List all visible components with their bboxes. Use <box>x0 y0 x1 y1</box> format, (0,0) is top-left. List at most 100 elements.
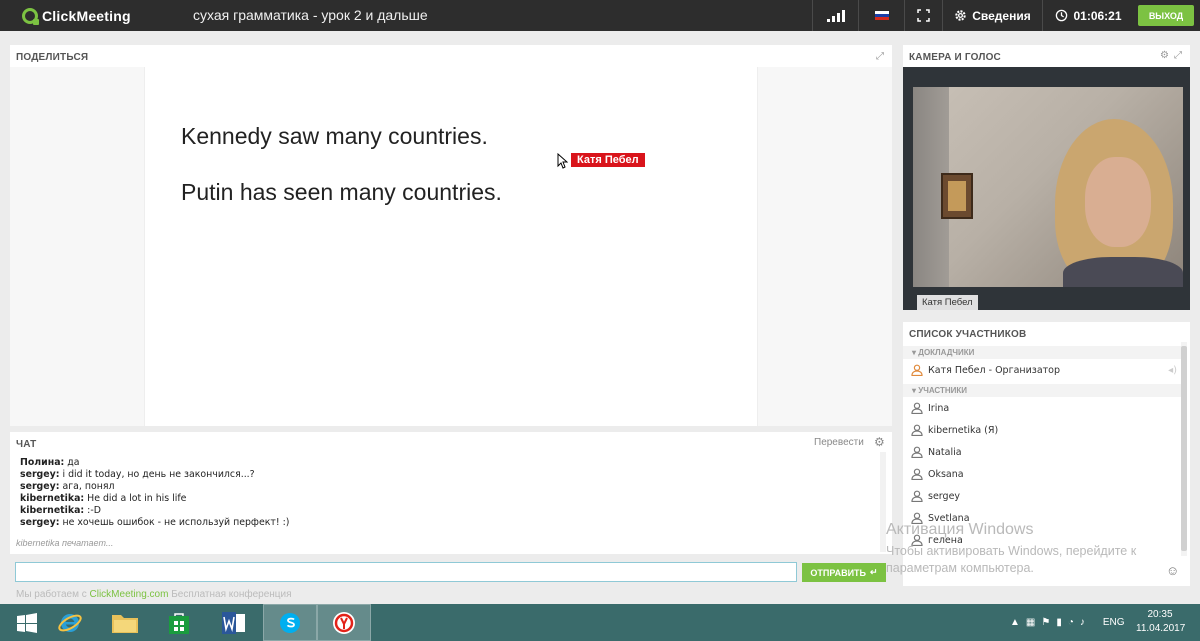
camera-speaker-name: Катя Пебел <box>917 295 978 310</box>
chat-message-author: kibernetika: <box>20 493 85 504</box>
chat-message-author: sergey: <box>20 469 60 480</box>
camera-panel-title: КАМЕРА И ГОЛОС <box>909 52 1001 63</box>
share-area-margin <box>758 67 892 426</box>
clickmeeting-link[interactable]: ClickMeeting.com <box>90 589 169 600</box>
user-icon <box>911 364 923 376</box>
enter-arrow-icon: ↵ <box>870 567 878 577</box>
info-button[interactable]: Сведения <box>942 0 1042 31</box>
connection-quality-button[interactable] <box>812 0 858 31</box>
volume-icon[interactable]: ♪ <box>1080 617 1085 628</box>
attendee-icon-wrap <box>908 490 926 502</box>
meeting-timer: 01:06:21 <box>1042 0 1134 31</box>
share-panel-title: ПОДЕЛИТЬСЯ <box>16 52 89 63</box>
participant-name: Oksana <box>928 468 964 480</box>
typing-status: kibernetika печатает... <box>16 538 114 548</box>
clock-date: 11.04.2017 <box>1136 623 1186 634</box>
expand-icon[interactable]: ⤢ <box>1174 50 1182 61</box>
battery-icon[interactable]: ▮ <box>1056 617 1062 628</box>
exit-button[interactable]: ВЫХОД <box>1138 5 1194 26</box>
participant-name: Natalia <box>928 446 962 458</box>
expand-icon[interactable]: ⤢ <box>876 51 884 62</box>
participant-row[interactable]: Oksana <box>903 463 1181 485</box>
slide-line: Putin has seen many countries. <box>181 179 502 205</box>
participant-row[interactable]: Natalia <box>903 441 1181 463</box>
attendee-icon-wrap <box>908 446 926 458</box>
windows-taskbar: ▲ ▦ ⚑ ▮ ◔ ♪ ENG 20:35 11.04.2017 <box>0 604 1200 641</box>
presentation-slide: Kennedy saw many countries. Putin has se… <box>144 67 758 426</box>
participant-name: Катя Пебел - Организатор <box>928 364 1061 376</box>
chat-title: ЧАТ <box>16 439 37 450</box>
show-hidden-icons-icon[interactable]: ▲ <box>1010 617 1020 628</box>
presenter-icon-wrap <box>908 364 926 376</box>
attendees-group-header[interactable]: ▾ УЧАСТНИКИ <box>903 384 1181 397</box>
chat-input[interactable] <box>15 562 797 582</box>
clock-time: 20:35 <box>1147 609 1173 620</box>
chat-message-text: He did a lot in his life <box>87 493 187 504</box>
taskbar-internet-explorer[interactable] <box>43 604 97 641</box>
send-button[interactable]: ОТПРАВИТЬ ↵ <box>802 563 886 582</box>
top-bar: ClickMeeting сухая грамматика - урок 2 и… <box>0 0 1200 31</box>
webcam-video <box>913 87 1183 287</box>
clickmeeting-logo: ClickMeeting <box>22 7 131 25</box>
yandex-browser-icon <box>333 611 355 634</box>
translate-link[interactable]: Перевести <box>814 437 864 448</box>
speaker-volume-icon: ◂) <box>1168 364 1177 376</box>
language-selector[interactable] <box>858 0 904 31</box>
chat-message-text: не хочешь ошибок - не используй перфект!… <box>62 517 290 528</box>
camera-settings-gear-icon[interactable]: ⚙ <box>1160 50 1169 61</box>
share-area-margin <box>10 67 144 426</box>
system-clock[interactable]: 20:35 11.04.2017 <box>1136 608 1186 636</box>
participant-row[interactable]: kibernetika (Я) <box>903 419 1181 441</box>
chat-message-author: Полина: <box>20 457 65 468</box>
presenters-group-header[interactable]: ▾ ДОКЛАДЧИКИ <box>903 346 1181 359</box>
flag-notification-icon[interactable]: ⚑ <box>1041 617 1050 628</box>
chat-message-text: i did it today, но день не закончился...… <box>62 469 255 480</box>
chat-panel: ЧАТ Перевести ⚙ Полина: да sergey: i did … <box>10 432 892 554</box>
network-icon[interactable]: ▦ <box>1026 617 1035 628</box>
folder-icon <box>112 614 138 633</box>
timer-value: 01:06:21 <box>1073 8 1122 23</box>
taskbar-word[interactable] <box>207 604 261 641</box>
powered-by-footer: Мы работаем с ClickMeeting.com Бесплатна… <box>16 589 292 600</box>
gear-icon <box>955 10 966 21</box>
participant-row-presenter[interactable]: Катя Пебел - Организатор ◂) <box>903 359 1181 381</box>
user-icon <box>911 402 923 414</box>
send-label: ОТПРАВИТЬ <box>810 567 867 578</box>
taskbar-skype[interactable] <box>263 604 317 641</box>
taskbar-file-explorer[interactable] <box>98 604 152 641</box>
signal-bars-icon <box>826 9 845 22</box>
taskbar-yandex-browser[interactable] <box>317 604 371 641</box>
chat-message-text: :-D <box>87 505 101 516</box>
chat-message-list: Полина: да sergey: i did it today, но ден… <box>20 457 289 529</box>
powered-suffix: Бесплатная конференция <box>171 589 292 600</box>
taskbar-store[interactable] <box>152 604 206 641</box>
participant-row[interactable]: Irina <box>903 397 1181 419</box>
participants-title: СПИСОК УЧАСТНИКОВ <box>909 329 1027 340</box>
chat-message: sergey: не хочешь ошибок - не используй … <box>20 517 289 529</box>
windows-activation-text: Чтобы активировать Windows, перейдите к … <box>886 544 1137 575</box>
attendee-icon-wrap <box>908 424 926 436</box>
system-tray: ▲ ▦ ⚑ ▮ ◔ ♪ ENG <box>1010 604 1125 641</box>
camera-panel: КАМЕРА И ГОЛОС ⚙ ⤢ Катя Пебел <box>903 45 1190 310</box>
chat-message: kibernetika: He did a lot in his life <box>20 493 289 505</box>
wifi-icon[interactable]: ◔ <box>1068 617 1074 628</box>
presenter-cursor-label: Катя Пебел <box>571 153 645 167</box>
chat-message: sergey: i did it today, но день не закон… <box>20 469 289 481</box>
chat-message-text: да <box>67 457 80 468</box>
chat-message-author: sergey: <box>20 517 60 528</box>
fullscreen-button[interactable] <box>904 0 942 31</box>
info-label: Сведения <box>972 8 1031 23</box>
skype-icon <box>280 612 300 633</box>
user-icon <box>911 446 923 458</box>
internet-explorer-icon <box>58 613 82 632</box>
participant-row[interactable]: sergey <box>903 485 1181 507</box>
chat-settings-gear-icon[interactable]: ⚙ <box>874 435 885 449</box>
participants-scrollbar[interactable] <box>1181 342 1187 556</box>
word-icon <box>222 611 245 634</box>
chat-message: kibernetika: :-D <box>20 505 289 517</box>
participant-name: sergey <box>928 490 961 502</box>
keyboard-language[interactable]: ENG <box>1103 617 1125 628</box>
chat-message-author: sergey: <box>20 481 60 492</box>
store-icon <box>169 612 189 634</box>
share-panel: ПОДЕЛИТЬСЯ ⤢ Kennedy saw many countries.… <box>10 45 892 426</box>
